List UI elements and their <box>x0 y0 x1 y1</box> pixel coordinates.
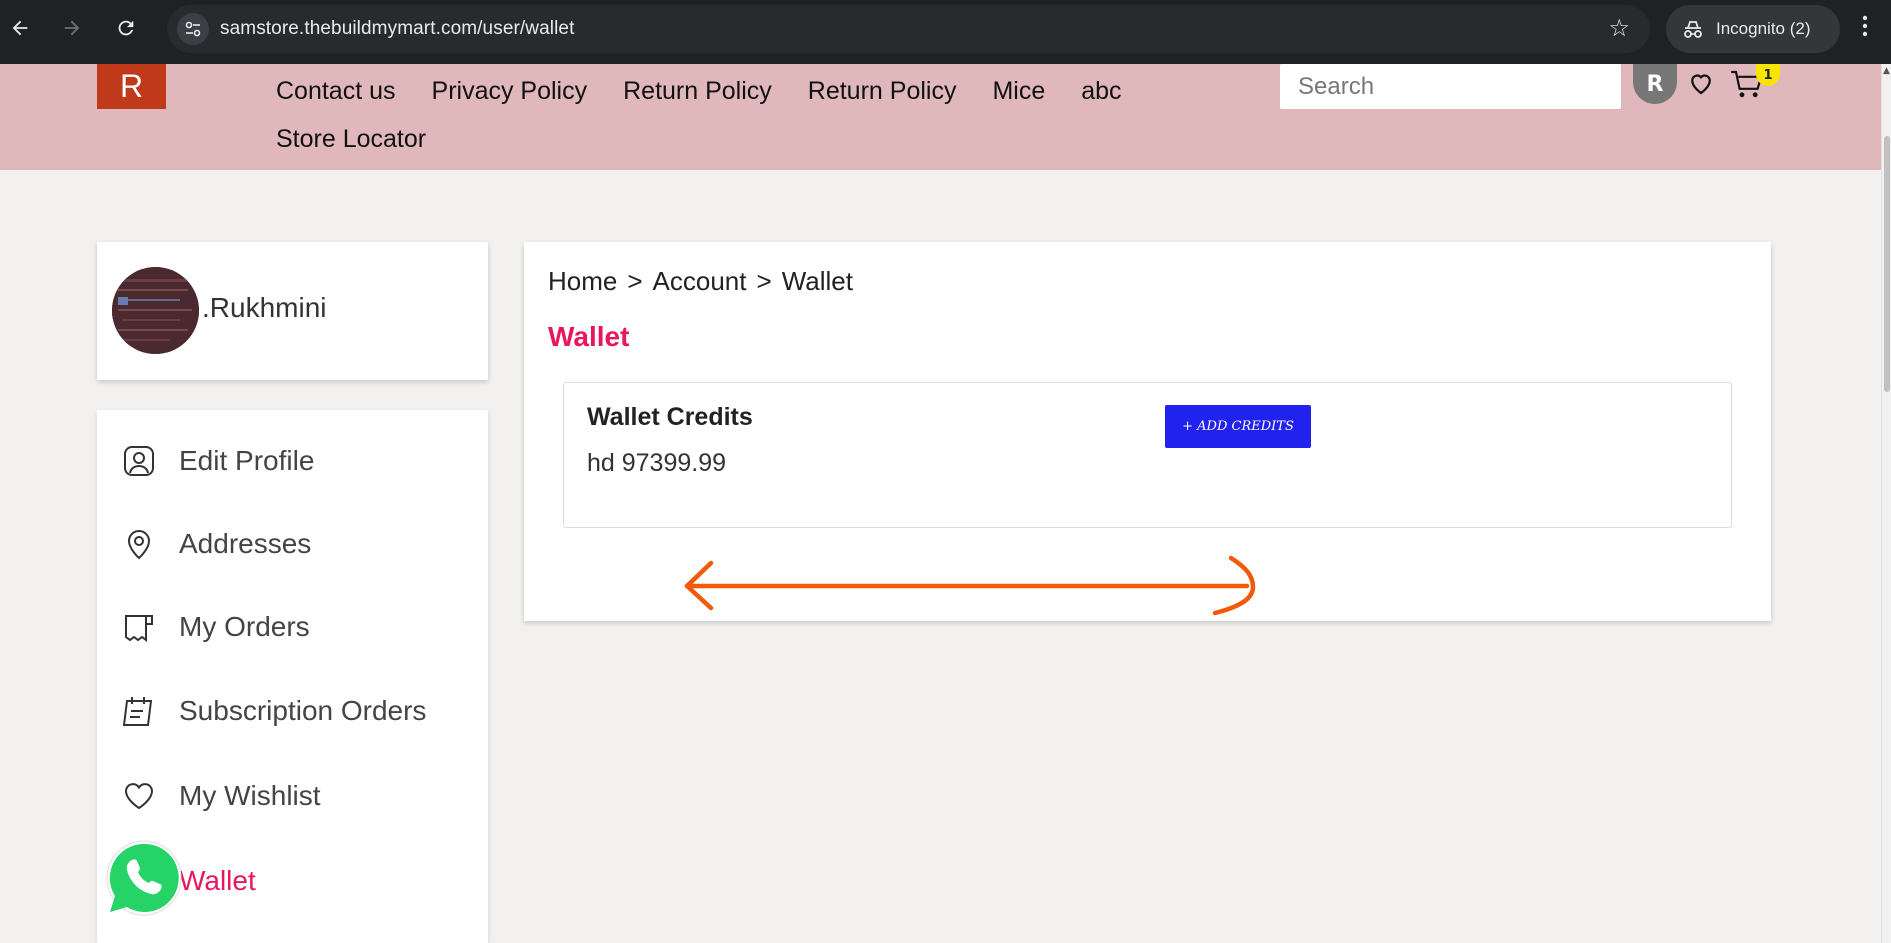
annotation-double-arrow-icon <box>684 555 1256 616</box>
menu-item-addresses[interactable]: Addresses <box>97 516 488 572</box>
nav-privacy-policy[interactable]: Privacy Policy <box>432 74 588 108</box>
scroll-up-arrow-icon[interactable]: ▲ <box>1883 66 1890 76</box>
forward-arrow-icon[interactable] <box>56 12 88 44</box>
nav-return-policy-2[interactable]: Return Policy <box>808 74 957 108</box>
menu-item-edit-profile[interactable]: Edit Profile <box>97 433 488 489</box>
address-bar[interactable]: samstore.thebuildmymart.com/user/wallet … <box>167 5 1650 53</box>
menu-label-my-wishlist: My Wishlist <box>179 780 321 811</box>
site-header: R Contact us Privacy Policy Return Polic… <box>0 64 1881 170</box>
nav-store-locator[interactable]: Store Locator <box>276 122 426 156</box>
page-scrollbar[interactable]: ▲ <box>1881 64 1891 943</box>
profile-card: .Rukhmini <box>97 242 488 380</box>
menu-label-edit-profile: Edit Profile <box>179 445 315 476</box>
breadcrumb-home[interactable]: Home <box>548 266 617 297</box>
wallet-credits-amount: hd 97399.99 <box>587 449 727 477</box>
whatsapp-icon[interactable] <box>104 838 184 918</box>
incognito-icon <box>1684 21 1702 38</box>
user-avatar[interactable]: R <box>1633 64 1677 104</box>
receipt-icon <box>125 615 153 642</box>
menu-label-subscription-orders: Subscription Orders <box>179 695 427 726</box>
breadcrumb-account[interactable]: Account <box>653 266 747 297</box>
bookmark-star-icon[interactable]: ☆ <box>1608 14 1630 42</box>
nav-abc[interactable]: abc <box>1081 74 1121 108</box>
profile-avatar <box>112 267 199 354</box>
add-credits-button[interactable]: + ADD CREDITS <box>1165 405 1311 448</box>
menu-item-my-wishlist[interactable]: My Wishlist <box>97 768 488 824</box>
menu-label-addresses: Addresses <box>179 528 312 559</box>
calendar-note-icon <box>122 697 153 726</box>
incognito-label: Incognito (2) <box>1716 19 1811 38</box>
reload-icon[interactable] <box>110 12 142 44</box>
menu-item-subscription-orders[interactable]: Subscription Orders <box>97 683 488 739</box>
breadcrumb-separator: > <box>627 266 643 296</box>
profile-name: .Rukhmini <box>202 292 327 323</box>
url-text[interactable]: samstore.thebuildmymart.com/user/wallet <box>220 18 574 40</box>
site-info-icon[interactable] <box>177 13 209 45</box>
breadcrumb-wallet: Wallet <box>781 266 853 296</box>
user-profile-icon <box>124 446 154 476</box>
scroll-thumb[interactable] <box>1884 136 1890 392</box>
nav-contact-us[interactable]: Contact us <box>276 74 396 108</box>
nav-mice[interactable]: Mice <box>992 74 1045 108</box>
more-menu-icon[interactable] <box>1859 14 1871 38</box>
menu-item-my-orders[interactable]: My Orders <box>97 599 488 655</box>
main-nav: Contact us Privacy Policy Return Policy … <box>276 74 1196 156</box>
wishlist-heart-icon[interactable] <box>1686 68 1716 98</box>
menu-label-my-orders: My Orders <box>179 611 310 642</box>
wallet-panel: Home > Account > Wallet Wallet Wallet Cr… <box>524 242 1771 621</box>
wallet-credits-box: Wallet Credits hd 97399.99 + ADD CREDITS <box>563 382 1732 528</box>
wallet-credits-title: Wallet Credits <box>587 403 753 431</box>
breadcrumb-separator: > <box>756 266 772 296</box>
browser-toolbar: samstore.thebuildmymart.com/user/wallet … <box>0 0 1891 64</box>
heart-icon <box>124 783 154 810</box>
search-input[interactable] <box>1280 64 1621 109</box>
menu-label-wallet: Wallet <box>179 865 256 896</box>
nav-return-policy[interactable]: Return Policy <box>623 74 772 108</box>
cart-count-badge: 1 <box>1756 64 1780 86</box>
store-logo[interactable]: R <box>97 64 166 109</box>
page-title: Wallet <box>548 321 630 352</box>
location-pin-icon <box>127 530 151 560</box>
incognito-indicator[interactable]: Incognito (2) <box>1666 5 1840 53</box>
breadcrumb: Home > Account > Wallet <box>548 266 853 297</box>
back-arrow-icon[interactable] <box>4 12 36 44</box>
